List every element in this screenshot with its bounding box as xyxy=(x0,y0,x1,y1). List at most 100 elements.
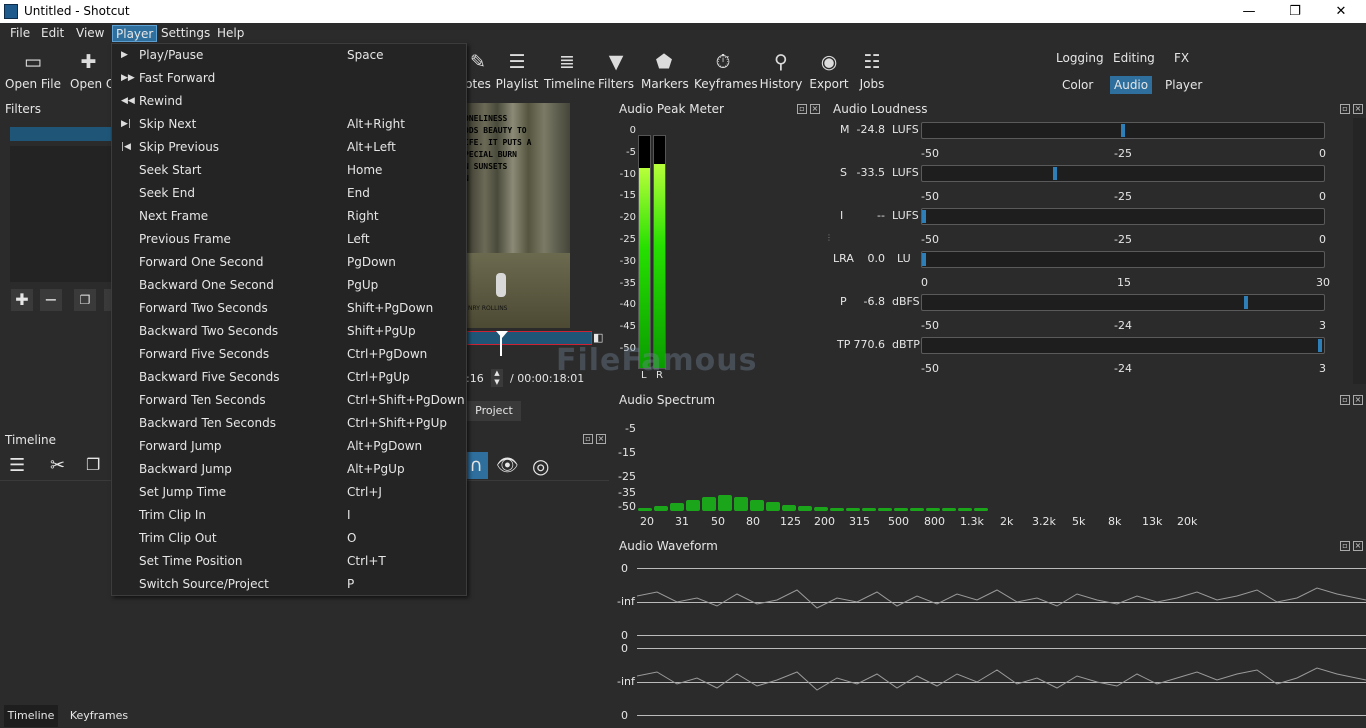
menu-item-skip-next[interactable]: ▶| Skip Next Alt+Right xyxy=(112,113,468,136)
menu-item-label: Backward Ten Seconds xyxy=(139,416,276,430)
copy-filter-icon[interactable]: ❐ xyxy=(74,289,96,311)
filters-button[interactable]: ▼ Filters xyxy=(595,43,637,97)
waveform-float-icon[interactable]: ▫ xyxy=(1340,541,1350,551)
menu-settings[interactable]: Settings xyxy=(158,25,213,42)
tab-timeline[interactable]: Timeline xyxy=(4,705,58,727)
markers-button[interactable]: ⬟ Markers xyxy=(641,43,689,97)
menu-item-shortcut: End xyxy=(347,186,370,200)
splitter-handle-icon[interactable]: ⋮ xyxy=(825,234,833,242)
menu-item-forward-one-second[interactable]: Forward One Second PgDown xyxy=(112,251,468,274)
filter-selected-row[interactable] xyxy=(10,127,111,141)
history-button[interactable]: ⚲ History xyxy=(759,43,803,97)
menu-item-backward-five-seconds[interactable]: Backward Five Seconds Ctrl+PgUp xyxy=(112,366,468,389)
loudness-scrollbar[interactable] xyxy=(1353,118,1366,384)
wave-l-bottom: 0 xyxy=(621,629,628,642)
close-button[interactable]: ✕ xyxy=(1318,2,1364,21)
menu-item-set-time-position[interactable]: Set Time Position Ctrl+T xyxy=(112,550,468,573)
video-preview[interactable]: ONELINESS ODS BEAUTY TO IFE. IT PUTS A P… xyxy=(466,103,570,328)
playlist-button[interactable]: ☰ Playlist xyxy=(495,43,539,97)
loudness-scale-label: 3 xyxy=(1319,319,1326,332)
menu-item-seek-end[interactable]: Seek End End xyxy=(112,182,468,205)
menu-item-play-pause[interactable]: ▶ Play/Pause Space xyxy=(112,44,468,67)
menu-item-fast-forward[interactable]: ▶▶ Fast Forward xyxy=(112,67,468,90)
jobs-button[interactable]: ☷ Jobs xyxy=(856,43,888,97)
notes-button[interactable]: ✎ otes xyxy=(465,43,491,97)
loudness-value: 770.6 xyxy=(853,338,886,351)
time-spinner-icon[interactable]: ▲ ▼ xyxy=(491,369,503,387)
ripple-icon[interactable]: 👁 xyxy=(496,455,519,476)
peak-scale-label: -20 xyxy=(619,212,636,224)
spectrum-bar xyxy=(750,500,764,511)
loudness-scale-label: -50 xyxy=(921,233,939,246)
copy-icon[interactable]: ❐ xyxy=(86,455,100,474)
layout-player[interactable]: Player xyxy=(1161,76,1206,94)
time-current[interactable]: :16 xyxy=(466,372,484,385)
menu-file[interactable]: File xyxy=(7,25,33,42)
menu-item-forward-ten-seconds[interactable]: Forward Ten Seconds Ctrl+Shift+PgDown xyxy=(112,389,468,412)
peak-meter-title: Audio Peak Meter xyxy=(619,102,724,116)
menu-item-trim-clip-out[interactable]: Trim Clip Out O xyxy=(112,527,468,550)
menu-item-switch-source-project[interactable]: Switch Source/Project P xyxy=(112,573,468,596)
open-other-button[interactable]: ✚ Open Ot xyxy=(66,43,111,97)
spectrum-float-icon[interactable]: ▫ xyxy=(1340,395,1350,405)
menu-item-set-jump-time[interactable]: Set Jump Time Ctrl+J xyxy=(112,481,468,504)
remove-filter-icon[interactable]: − xyxy=(40,289,62,311)
loudness-value: 0.0 xyxy=(867,252,886,265)
watermark: FileFamous xyxy=(556,343,758,378)
menu-item-skip-previous[interactable]: |◀ Skip Previous Alt+Left xyxy=(112,136,468,159)
menu-item-seek-start[interactable]: Seek Start Home xyxy=(112,159,468,182)
add-filter-icon[interactable]: ✚ xyxy=(11,289,33,311)
menu-item-backward-two-seconds[interactable]: Backward Two Seconds Shift+PgUp xyxy=(112,320,468,343)
menu-edit[interactable]: Edit xyxy=(38,25,67,42)
menu-help[interactable]: Help xyxy=(214,25,247,42)
menu-item-rewind[interactable]: ◀◀ Rewind xyxy=(112,90,468,113)
loudness-float-icon[interactable]: ▫ xyxy=(1340,104,1350,114)
timeline-button[interactable]: ≣ Timeline xyxy=(544,43,595,97)
layout-fx[interactable]: FX xyxy=(1170,49,1193,67)
menu-item-backward-ten-seconds[interactable]: Backward Ten Seconds Ctrl+Shift+PgUp xyxy=(112,412,468,435)
restore-button[interactable]: ❐ xyxy=(1272,2,1318,21)
loudness-indicator xyxy=(1121,124,1125,137)
wave-l-mid: -inf xyxy=(617,595,635,608)
menu-item-backward-jump[interactable]: Backward Jump Alt+PgUp xyxy=(112,458,468,481)
waveform-graph xyxy=(637,587,1366,691)
layout-editing[interactable]: Editing xyxy=(1109,49,1159,67)
minimize-button[interactable]: — xyxy=(1226,2,1272,21)
menu-item-forward-two-seconds[interactable]: Forward Two Seconds Shift+PgDown xyxy=(112,297,468,320)
menu-item-forward-jump[interactable]: Forward Jump Alt+PgDown xyxy=(112,435,468,458)
spectrum-bar xyxy=(766,502,780,511)
loudness-bar xyxy=(921,294,1325,311)
layout-logging[interactable]: Logging xyxy=(1052,49,1108,67)
menu-item-backward-one-second[interactable]: Backward One Second PgUp xyxy=(112,274,468,297)
spectrum-close-icon[interactable]: × xyxy=(1353,395,1363,405)
timeline-close-icon[interactable]: × xyxy=(596,434,606,444)
open-file-button[interactable]: ▭ Open File xyxy=(5,43,61,97)
layout-color[interactable]: Color xyxy=(1058,76,1097,94)
loudness-scale-label: -25 xyxy=(1114,190,1132,203)
menu-item-shortcut: Alt+PgUp xyxy=(347,462,405,476)
peak-close-icon[interactable]: × xyxy=(810,104,820,114)
menu-item-previous-frame[interactable]: Previous Frame Left xyxy=(112,228,468,251)
filters-list[interactable] xyxy=(10,146,111,282)
timeline-float-icon[interactable]: ▫ xyxy=(583,434,593,444)
export-button[interactable]: ◉ Export xyxy=(809,43,849,97)
menu-item-shortcut: PgDown xyxy=(347,255,396,269)
timeline-menu-icon[interactable]: ☰ xyxy=(9,455,25,476)
menu-item-trim-clip-in[interactable]: Trim Clip In I xyxy=(112,504,468,527)
cut-icon[interactable]: ✂ xyxy=(50,455,65,476)
ripple-all-icon[interactable]: ◎ xyxy=(532,454,549,478)
loudness-close-icon[interactable]: × xyxy=(1353,104,1363,114)
spectrum-bar xyxy=(798,506,812,511)
menu-item-forward-five-seconds[interactable]: Forward Five Seconds Ctrl+PgDown xyxy=(112,343,468,366)
tab-keyframes[interactable]: Keyframes xyxy=(65,705,133,727)
menu-player[interactable]: Player xyxy=(112,25,158,42)
peak-float-icon[interactable]: ▫ xyxy=(797,104,807,114)
keyframes-button[interactable]: ⏱ Keyframes xyxy=(694,43,758,97)
waveform-close-icon[interactable]: × xyxy=(1353,541,1363,551)
layout-audio[interactable]: Audio xyxy=(1110,76,1153,94)
menu-item-label: Previous Frame xyxy=(139,232,231,246)
tab-project[interactable]: Project xyxy=(467,401,521,421)
menu-view[interactable]: View xyxy=(73,25,107,42)
paste-filter-icon[interactable] xyxy=(104,289,111,311)
menu-item-next-frame[interactable]: Next Frame Right xyxy=(112,205,468,228)
